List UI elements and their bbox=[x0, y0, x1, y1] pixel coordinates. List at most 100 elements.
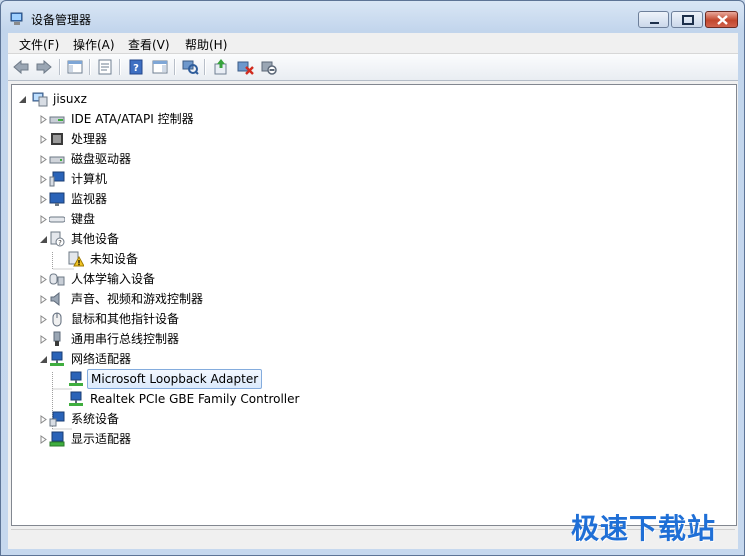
menu-file[interactable]: 文件(F) bbox=[19, 36, 59, 53]
tree-item-label: 系统设备 bbox=[71, 412, 120, 426]
device-manager-app-icon bbox=[10, 12, 23, 25]
collapsed-triangle-icon[interactable] bbox=[39, 215, 48, 224]
forward-icon[interactable] bbox=[35, 58, 53, 76]
collapsed-triangle-icon[interactable] bbox=[39, 295, 48, 304]
close-button[interactable] bbox=[705, 11, 738, 28]
title-bar[interactable]: 设备管理器 bbox=[1, 1, 744, 33]
expanded-triangle-icon[interactable] bbox=[18, 95, 27, 104]
menu-action[interactable]: 操作(A) bbox=[73, 36, 115, 53]
tree-item-system-devices[interactable]: 系统设备 bbox=[12, 409, 732, 429]
tree-item-realtek-adapter[interactable]: Realtek PCIe GBE Family Controller bbox=[12, 389, 732, 409]
show-hide-action-pane-icon[interactable] bbox=[151, 58, 169, 76]
tree-item-sound[interactable]: 声音、视频和游戏控制器 bbox=[12, 289, 732, 309]
collapsed-triangle-icon[interactable] bbox=[39, 315, 48, 324]
toolbar-separator bbox=[59, 59, 61, 75]
collapsed-triangle-icon[interactable] bbox=[39, 135, 48, 144]
expanded-triangle-icon[interactable] bbox=[39, 355, 48, 364]
tree-item-keyboard[interactable]: 键盘 bbox=[12, 209, 732, 229]
system-device-icon bbox=[49, 411, 65, 427]
disable-icon[interactable] bbox=[260, 58, 278, 76]
tree-item-label: 未知设备 bbox=[90, 252, 139, 266]
show-hide-console-tree-icon[interactable] bbox=[66, 58, 84, 76]
expanded-triangle-icon[interactable] bbox=[39, 235, 48, 244]
maximize-icon bbox=[682, 15, 694, 25]
collapsed-triangle-icon[interactable] bbox=[39, 435, 48, 444]
tree-item-usb[interactable]: 通用串行总线控制器 bbox=[12, 329, 732, 349]
device-manager-window: 设备管理器 文件(F) 操作(A) 查看(V) 帮助(H) ? jisuxz I… bbox=[0, 0, 745, 556]
network-adapter-icon bbox=[69, 371, 83, 386]
processor-icon bbox=[51, 133, 63, 145]
toolbar-separator bbox=[119, 59, 121, 75]
toolbar-separator bbox=[204, 59, 206, 75]
collapsed-triangle-icon[interactable] bbox=[39, 175, 48, 184]
toolbar-separator bbox=[89, 59, 91, 75]
monitor-icon bbox=[49, 192, 65, 206]
tree-item-processor[interactable]: 处理器 bbox=[12, 129, 732, 149]
tree-item-mouse[interactable]: 鼠标和其他指针设备 bbox=[12, 309, 732, 329]
device-tree[interactable]: jisuxz IDE ATA/ATAPI 控制器 处理器 磁盘驱动器 计算机 监… bbox=[11, 84, 737, 526]
client-area: 文件(F) 操作(A) 查看(V) 帮助(H) ? jisuxz IDE ATA… bbox=[8, 33, 738, 549]
collapsed-triangle-icon[interactable] bbox=[39, 155, 48, 164]
uninstall-icon[interactable] bbox=[236, 58, 254, 76]
tree-item-label: 磁盘驱动器 bbox=[71, 152, 132, 166]
toolbar: ? bbox=[8, 54, 738, 81]
tree-item-label: 声音、视频和游戏控制器 bbox=[71, 292, 204, 306]
collapsed-triangle-icon[interactable] bbox=[39, 275, 48, 284]
tree-item-network-adapters[interactable]: 网络适配器 bbox=[12, 349, 732, 369]
tree-item-monitor[interactable]: 监视器 bbox=[12, 189, 732, 209]
collapsed-triangle-icon[interactable] bbox=[39, 415, 48, 424]
watermark-logo: 极速下载站 bbox=[571, 512, 717, 545]
tree-item-label: IDE ATA/ATAPI 控制器 bbox=[71, 112, 194, 126]
hid-icon bbox=[49, 273, 65, 286]
keyboard-icon bbox=[49, 216, 65, 223]
sound-icon bbox=[50, 291, 60, 307]
tree-item-display-adapters[interactable]: 显示适配器 bbox=[12, 429, 732, 449]
tree-item-label: 人体学输入设备 bbox=[71, 272, 156, 286]
tree-item-label: Realtek PCIe GBE Family Controller bbox=[90, 392, 300, 406]
tree-item-label: 监视器 bbox=[71, 192, 108, 206]
mouse-icon bbox=[52, 312, 62, 327]
network-adapter-icon bbox=[69, 391, 83, 406]
back-icon[interactable] bbox=[12, 58, 30, 76]
tree-item-label: 键盘 bbox=[71, 212, 96, 226]
tree-item-loopback-adapter[interactable]: Microsoft Loopback Adapter bbox=[12, 369, 732, 389]
tree-item-label: 通用串行总线控制器 bbox=[71, 332, 180, 346]
tree-item-unknown-device[interactable]: 未知设备 bbox=[12, 249, 732, 269]
tree-item-label: 鼠标和其他指针设备 bbox=[71, 312, 180, 326]
toolbar-separator bbox=[174, 59, 176, 75]
tree-item-label: 网络适配器 bbox=[71, 352, 132, 366]
tree-item-other-devices[interactable]: ? 其他设备 bbox=[12, 229, 732, 249]
tree-item-label: 其他设备 bbox=[71, 232, 120, 246]
tree-item-label: 显示适配器 bbox=[71, 432, 132, 446]
tree-item-label: 处理器 bbox=[71, 132, 108, 146]
tree-item-disk[interactable]: 磁盘驱动器 bbox=[12, 149, 732, 169]
help-icon[interactable]: ? bbox=[127, 58, 145, 76]
close-icon bbox=[717, 15, 728, 25]
tree-root[interactable]: jisuxz bbox=[12, 89, 732, 109]
tree-item-label-selected: Microsoft Loopback Adapter bbox=[87, 369, 263, 389]
tree-item-computer[interactable]: 计算机 bbox=[12, 169, 732, 189]
network-adapter-icon bbox=[50, 351, 64, 366]
disk-drive-icon bbox=[49, 156, 65, 164]
update-driver-icon[interactable] bbox=[212, 58, 230, 76]
collapsed-triangle-icon[interactable] bbox=[39, 195, 48, 204]
window-title: 设备管理器 bbox=[31, 13, 92, 27]
minimize-icon bbox=[650, 22, 659, 24]
scan-hardware-icon[interactable] bbox=[181, 58, 199, 76]
display-adapter-icon bbox=[49, 431, 65, 447]
svg-text:?: ? bbox=[133, 63, 139, 74]
minimize-button[interactable] bbox=[638, 11, 669, 28]
maximize-button[interactable] bbox=[671, 11, 703, 28]
menu-help[interactable]: 帮助(H) bbox=[185, 36, 227, 53]
menu-view[interactable]: 查看(V) bbox=[128, 36, 170, 53]
collapsed-triangle-icon[interactable] bbox=[39, 115, 48, 124]
tree-item-hid[interactable]: 人体学输入设备 bbox=[12, 269, 732, 289]
unknown-device-warning-icon bbox=[68, 251, 84, 267]
tree-item-ide[interactable]: IDE ATA/ATAPI 控制器 bbox=[12, 109, 732, 129]
svg-text:?: ? bbox=[58, 239, 62, 247]
properties-icon[interactable] bbox=[96, 58, 114, 76]
usb-icon bbox=[53, 331, 61, 346]
collapsed-triangle-icon[interactable] bbox=[39, 335, 48, 344]
tree-root-label: jisuxz bbox=[53, 92, 87, 106]
computer-root-icon bbox=[32, 92, 48, 107]
